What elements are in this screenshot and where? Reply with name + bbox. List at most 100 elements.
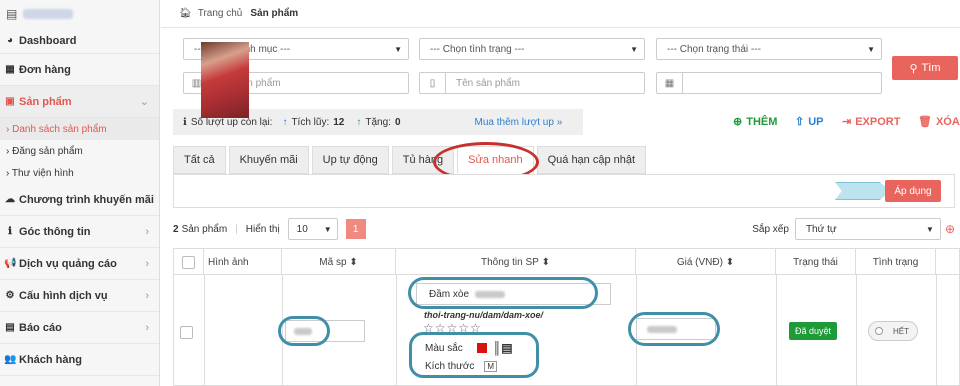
status-select[interactable]: --- Chọn trạng thái --- ▼ — [656, 38, 882, 60]
add-button[interactable]: ⊕ THÊM — [733, 115, 778, 129]
page-number: 1 — [352, 223, 359, 235]
gift-value: 0 — [394, 116, 401, 128]
info-icon: ℹ — [183, 116, 187, 128]
list-toolbar: 2 Sản phẩm | Hiển thị 10 ▼ 1 Sắp xếp Thứ… — [173, 216, 955, 242]
plus-circle-icon: ⊕ — [733, 116, 743, 128]
col-image: Hình ảnh — [208, 256, 249, 268]
sidebar-item-label: Chương trình khuyến mãi — [19, 193, 154, 206]
sidebar-item-3[interactable]: ☁ Chương trình khuyến mãi › — [0, 184, 159, 216]
pointer-arrow-icon — [835, 182, 891, 200]
delete-button-label: XÓA — [935, 115, 960, 128]
sidebar-item-5[interactable]: 📢 Dịch vụ quảng cáo › — [0, 248, 159, 280]
product-count: 2 — [173, 223, 179, 235]
row-checkbox[interactable] — [180, 326, 193, 339]
breadcrumb-current: Sản phẩm — [250, 8, 299, 19]
column-header[interactable]: Mã sp ⬍ — [282, 249, 396, 275]
sidebar-item-label: Báo cáo — [19, 321, 62, 334]
select-all-checkbox[interactable] — [182, 255, 195, 269]
shop-logo[interactable]: ▤ — [0, 0, 159, 28]
divider: | — [235, 223, 238, 235]
select-all-cell — [174, 249, 204, 275]
search-button-label: Tìm — [921, 62, 941, 74]
column-header[interactable]: Giá (VNĐ) ⬍ — [636, 249, 776, 275]
sidebar-item-6[interactable]: ⚙ Cấu hình dịch vụ › — [0, 280, 159, 312]
apply-button[interactable]: Áp dụng — [885, 180, 941, 202]
sidebar-item-7[interactable]: ▤ Báo cáo › — [0, 312, 159, 344]
col-info: Thông tin SP — [481, 256, 539, 268]
sidebar-item-label: Đơn hàng — [19, 63, 71, 76]
megaphone-icon: 📢 — [4, 258, 17, 269]
sidebar-item-2[interactable]: ▣ Sản phẩm ⌄ — [0, 86, 159, 118]
shop-name-blurred — [23, 9, 74, 19]
remaining-label: Số lượt up còn lại: — [190, 116, 273, 128]
export-button[interactable]: ⇥ EXPORT — [842, 115, 900, 129]
page-size-value: 10 — [296, 223, 308, 235]
sidebar-item-label: Dịch vụ quảng cáo — [19, 257, 117, 270]
sidebar-item-label: Sản phẩm — [19, 95, 72, 108]
toggle-knob — [875, 327, 883, 335]
search-button[interactable]: ⚲ Tìm — [892, 56, 958, 80]
tab-1[interactable]: Khuyến mãi — [228, 146, 309, 174]
caret-down-icon: ▼ — [926, 224, 934, 234]
chevron-right-icon: › — [145, 321, 149, 334]
caret-down-icon: ▼ — [394, 44, 402, 54]
buy-more-link[interactable]: Mua thêm lượt up » — [475, 117, 563, 128]
cloud-icon: ☁ — [5, 194, 15, 205]
arrow-up-green-icon: ↑ — [356, 116, 362, 128]
column-header[interactable]: Thông tin SP ⬍ — [396, 249, 636, 275]
chevron-right-icon: › — [145, 193, 149, 206]
arrow-up-circle-icon: ⇧ — [795, 116, 805, 128]
trash-icon: 🗑︎ — [918, 116, 932, 128]
caret-down-icon: ▼ — [630, 44, 638, 54]
breadcrumb-home[interactable]: Trang chủ — [198, 8, 243, 19]
sort-label: Sắp xếp — [752, 223, 789, 235]
condition-select[interactable]: --- Chọn tình trạng --- ▼ — [419, 38, 645, 60]
up-button[interactable]: ⇧ UP — [795, 115, 824, 129]
date-input[interactable]: ▦ — [656, 72, 882, 94]
col-status: Trạng thái — [793, 256, 838, 268]
col-price: Giá (VNĐ) — [676, 256, 723, 268]
sidebar-item-0[interactable]: ◕ Dashboard — [0, 28, 159, 54]
gift-label: Tặng: — [365, 116, 391, 128]
chevron-right-icon: › — [145, 225, 149, 238]
column-header: Hình ảnh — [204, 249, 282, 275]
sort-select[interactable]: Thứ tự ▼ — [794, 218, 941, 240]
table-header: Hình ảnh Mã sp ⬍ Thông tin SP ⬍ Giá (VNĐ… — [174, 249, 959, 275]
delete-button[interactable]: 🗑︎ XÓA — [918, 115, 960, 129]
tab-0[interactable]: Tất cả — [173, 146, 226, 174]
tab-5[interactable]: Quá hạn cập nhật — [536, 146, 647, 174]
gift-icon: ▣ — [5, 96, 15, 107]
sidebar-item-1[interactable]: ▦ Đơn hàng — [0, 54, 159, 86]
condition-select-value: --- Chọn tình trạng --- — [430, 43, 525, 55]
attributes-highlight-ring — [409, 332, 539, 378]
page-size-select[interactable]: 10 ▼ — [287, 218, 338, 240]
home-icon[interactable]: 🏠︎ — [179, 8, 192, 19]
apply-bar — [173, 174, 955, 208]
product-thumbnail[interactable] — [201, 42, 249, 118]
sort-value: Thứ tự — [805, 223, 837, 235]
caret-down-icon: ▼ — [323, 224, 332, 234]
product-count-label: Sản phẩm — [181, 223, 228, 235]
column-header: Trạng thái — [776, 249, 856, 275]
sidebar-item-8[interactable]: 👥 Khách hàng — [0, 344, 159, 376]
page-button[interactable]: 1 — [345, 219, 366, 239]
tab-2[interactable]: Up tự động — [311, 146, 389, 174]
caret-down-icon: ▼ — [867, 44, 875, 54]
sort-direction-icon[interactable]: ⊕ — [945, 222, 955, 236]
sidebar-item-4[interactable]: ℹ Góc thông tin › — [0, 216, 159, 248]
sort-icon: ⬍ — [349, 256, 358, 268]
sidebar-subitem-1[interactable]: › Đăng sản phẩm — [0, 140, 159, 162]
sidebar-subitem-0[interactable]: › Danh sách sản phẩm — [0, 118, 159, 140]
status-select-value: --- Chọn trạng thái --- — [667, 43, 761, 55]
accum-value: 12 — [333, 116, 345, 128]
breadcrumb: 🏠︎ Trang chủ Sản phẩm — [161, 0, 960, 28]
name-input[interactable]: ▯ Tên sản phẩm — [419, 72, 645, 94]
stock-toggle-label: HẾT — [893, 326, 909, 336]
store-icon: ▤ — [6, 7, 18, 21]
name-highlight-ring — [408, 277, 598, 309]
sidebar-subitem-2[interactable]: › Thư viện hình — [0, 162, 159, 184]
add-button-label: THÊM — [746, 115, 778, 128]
arrow-up-icon: ↑ — [282, 116, 288, 128]
export-icon: ⇥ — [842, 116, 852, 128]
stock-toggle[interactable]: HẾT — [868, 321, 918, 341]
